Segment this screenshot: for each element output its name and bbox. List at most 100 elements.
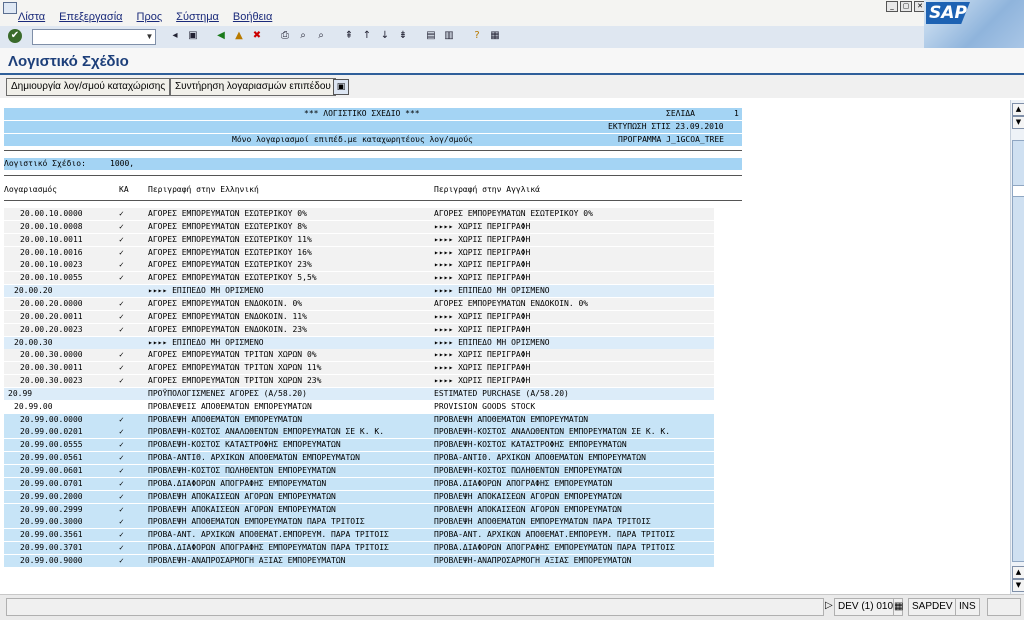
system-menu-icon[interactable] [3,2,17,14]
table-row[interactable]: 20.99 ΠΡΟΫΠΟΛΟΓΙΣΜΕΝΕΣ ΑΓΟΡΕΣ (Α/58.20) ES… [4,388,714,400]
table-row[interactable]: 20.99.00.0000 ✓ ΠΡΟΒΛΕΨΗ ΑΠΟΘΕΜΑΤΩΝ ΕΜΠΟΡΕ… [4,414,714,426]
new-session-icon[interactable]: ▤ [424,29,438,43]
table-row[interactable]: 20.00.20.0011 ✓ ΑΓΟΡΕΣ ΕΜΠΟΡΕΥΜΑΤΩΝ ΕΝΔΟΚΟ… [4,311,714,323]
menu-edit[interactable]: Επεξεργασία [59,11,122,23]
save-icon[interactable]: ▣ [186,29,200,43]
ka-check-cell: ✓ [119,556,124,565]
back-icon[interactable]: ◀ [214,29,228,43]
first-page-icon[interactable]: ⇞ [342,29,356,43]
english-description-cell: PROVISION GOODS STOCK [434,402,536,411]
table-row[interactable]: 20.00.20 ▸▸▸▸ ΕΠΙΠΕΔΟ ΜΗ ΟΡΙΣΜΕΝΟ ▸▸▸▸ ΕΠΙ… [4,285,714,297]
english-description-cell: ▸▸▸▸ ΧΩΡΙΣ ΠΕΡΙΓΡΑΦΗ [434,260,531,269]
page-label: ΣΕΛΙΔΑ [666,109,695,118]
menu-system[interactable]: Σύστημα [176,11,219,23]
exit-icon[interactable]: ▲ [232,29,246,43]
page-title: Λογιστικό Σχέδιο [8,53,129,70]
table-row[interactable]: 20.99.00.3701 ✓ ΠΡΟΒΑ.ΔΙΑΦΟΡΩΝ ΑΠΟΓΡΑΦΗΣ Ε… [4,542,714,554]
table-row[interactable]: 20.00.10.0008 ✓ ΑΓΟΡΕΣ ΕΜΠΟΡΕΥΜΑΤΩΝ ΕΣΩΤΕΡ… [4,221,714,233]
menu-goto[interactable]: Προς [137,11,163,23]
table-row[interactable]: 20.99.00.0561 ✓ ΠΡΟΒΑ-ΑΝΤΙΘ. ΑΡΧΙΚΩΝ ΑΠΟΘΕ… [4,452,714,464]
table-row[interactable]: 20.99.00.2999 ✓ ΠΡΟΒΛΕΨΗ ΑΠΟΚΑΙΣΕΩΝ ΑΓΟΡΩΝ… [4,504,714,516]
table-row[interactable]: 20.99.00.0201 ✓ ΠΡΟΒΛΕΨΗ-ΚΟΣΤΟΣ ΑΝΑΛΩΘΕΝΤΩ… [4,426,714,438]
cancel-icon[interactable]: ✖ [250,29,264,43]
table-row[interactable]: 20.00.30.0000 ✓ ΑΓΟΡΕΣ ΕΜΠΟΡΕΥΜΑΤΩΝ ΤΡΙΤΩΝ… [4,349,714,361]
table-row[interactable]: 20.00.10.0000 ✓ ΑΓΟΡΕΣ ΕΜΠΟΡΕΥΜΑΤΩΝ ΕΣΩΤΕΡ… [4,208,714,220]
previous-page-icon[interactable]: ↑ [360,29,374,43]
account-cell: 20.99.00.0201 [20,427,83,436]
page-up-icon[interactable]: ▼ [1012,116,1024,129]
account-cell: 20.00.10.0008 [20,222,83,231]
chart-of-accounts-row: Λογιστικό Σχέδιο: 1000, [4,158,742,170]
account-cell: 20.99.00.2000 [20,492,83,501]
english-description-cell: ▸▸▸▸ ΧΩΡΙΣ ΠΕΡΙΓΡΑΦΗ [434,273,531,282]
find-next-icon[interactable]: ⌕ [314,29,328,43]
table-row[interactable]: 20.00.10.0055 ✓ ΑΓΟΡΕΣ ΕΜΠΟΡΕΥΜΑΤΩΝ ΕΣΩΤΕΡ… [4,272,714,284]
maintain-level-accounts-button[interactable]: Συντήρηση λογαριασμών επιπέδου [170,78,336,96]
command-input[interactable] [33,30,145,43]
status-extra [987,598,1021,616]
help-icon[interactable]: ? [470,29,484,43]
last-page-icon[interactable]: ⇟ [396,29,410,43]
table-row[interactable]: 20.00.20.0000 ✓ ΑΓΟΡΕΣ ΕΜΠΟΡΕΥΜΑΤΩΝ ΕΝΔΟΚΟ… [4,298,714,310]
scroll-thumb[interactable] [1012,185,1024,197]
english-description-cell: ▸▸▸▸ ΧΩΡΙΣ ΠΕΡΙΓΡΑΦΗ [434,312,531,321]
account-cell: 20.00.20.0000 [20,299,83,308]
column-desc-greek: Περιγραφή στην Ελληνική [148,185,259,194]
table-row[interactable]: 20.99.00.9000 ✓ ΠΡΟΒΛΕΨΗ-ΑΝΑΠΡΟΣΑΡΜΟΓΗ ΑΞΙ… [4,555,714,567]
scroll-up-icon[interactable]: ▲ [1012,103,1024,116]
table-row[interactable]: 20.99.00.0701 ✓ ΠΡΟΒΑ.ΔΙΑΦΟΡΩΝ ΑΠΟΓΡΑΦΗΣ Ε… [4,478,714,490]
table-row[interactable]: 20.00.30 ▸▸▸▸ ΕΠΙΠΕΔΟ ΜΗ ΟΡΙΣΜΕΝΟ ▸▸▸▸ ΕΠΙ… [4,337,714,349]
layout-menu-icon[interactable]: ▦ [488,29,502,43]
table-row[interactable]: 20.00.30.0011 ✓ ΑΓΟΡΕΣ ΕΜΠΟΡΕΥΜΑΤΩΝ ΤΡΙΤΩΝ… [4,362,714,374]
greek-description-cell: ΠΡΟΒΑ.ΔΙΑΦΟΡΩΝ ΑΠΟΓΡΑΦΗΣ ΕΜΠΟΡΕΥΜΑΤΩΝ ΠΑ… [148,543,389,552]
collapse-icon[interactable]: ◂ [168,29,182,43]
create-posting-account-button[interactable]: Δημιουργία λογ/σμού καταχώρισης [6,78,171,96]
chevron-down-icon[interactable]: ▼ [145,31,154,42]
table-row[interactable]: 20.99.00.3561 ✓ ΠΡΟΒΑ-ΑΝΤ. ΑΡΧΙΚΩΝ ΑΠΟΘΕΜΑ… [4,529,714,541]
greek-description-cell: ΑΓΟΡΕΣ ΕΜΠΟΡΕΥΜΑΤΩΝ ΤΡΙΤΩΝ ΧΩΡΩΝ 23% [148,376,322,385]
table-row[interactable]: 20.00.30.0023 ✓ ΑΓΟΡΕΣ ΕΜΠΟΡΕΥΜΑΤΩΝ ΤΡΙΤΩΝ… [4,375,714,387]
window-controls: _ ▢ ✕ [886,1,926,12]
find-icon[interactable]: ⌕ [296,29,310,43]
greek-description-cell: ▸▸▸▸ ΕΠΙΠΕΔΟ ΜΗ ΟΡΙΣΜΕΝΟ [148,338,264,347]
greek-description-cell: ΑΓΟΡΕΣ ΕΜΠΟΡΕΥΜΑΤΩΝ ΕΝΔΟΚΟΙΝ. 23% [148,325,307,334]
next-page-icon[interactable]: ↓ [378,29,392,43]
print-date: ΕΚΤΥΠΩΣΗ ΣΤΙΣ 23.09.2010 [608,122,724,131]
table-row[interactable]: 20.99.00.0555 ✓ ΠΡΟΒΛΕΨΗ-ΚΟΣΤΟΣ ΚΑΤΑΣΤΡΟΦΗ… [4,439,714,451]
enter-icon[interactable]: ✔ [8,29,22,43]
account-cell: 20.00.20 [14,286,53,295]
vertical-scrollbar[interactable]: ▲ ▼ ▲ ▼ [1010,100,1024,594]
greek-description-cell: ΠΡΟΒΛΕΨΗ ΑΠΟΚΑΙΣΕΩΝ ΑΓΟΡΩΝ ΕΜΠΟΡΕΥΜΑΤΩΝ [148,505,336,514]
account-cell: 20.00.10.0000 [20,209,83,218]
page-down-icon[interactable]: ▲ [1012,566,1024,579]
menu-help[interactable]: Βοήθεια [233,11,272,23]
shortcut-icon[interactable]: ▥ [442,29,456,43]
account-cell: 20.00.10.0016 [20,248,83,257]
command-field[interactable]: ▼ [32,29,156,45]
greek-description-cell: ΑΓΟΡΕΣ ΕΜΠΟΡΕΥΜΑΤΩΝ ΕΣΩΤΕΡΙΚΟΥ 16% [148,248,312,257]
greek-description-cell: ΑΓΟΡΕΣ ΕΜΠΟΡΕΥΜΑΤΩΝ ΕΣΩΤΕΡΙΚΟΥ 23% [148,260,312,269]
system-info-icon[interactable]: ▦ [893,598,903,616]
table-row[interactable]: 20.00.10.0016 ✓ ΑΓΟΡΕΣ ΕΜΠΟΡΕΥΜΑΤΩΝ ΕΣΩΤΕΡ… [4,247,714,259]
table-row[interactable]: 20.00.10.0023 ✓ ΑΓΟΡΕΣ ΕΜΠΟΡΕΥΜΑΤΩΝ ΕΣΩΤΕΡ… [4,259,714,271]
menu-list[interactable]: Λίστα [18,11,45,23]
display-icon[interactable]: ▣ [333,79,349,95]
table-row[interactable]: 20.00.10.0011 ✓ ΑΓΟΡΕΣ ΕΜΠΟΡΕΥΜΑΤΩΝ ΕΣΩΤΕΡ… [4,234,714,246]
scroll-track[interactable] [1012,140,1024,562]
english-description-cell: ΠΡΟΒΛΕΨΗ ΑΠΟΘΕΜΑΤΩΝ ΕΜΠΟΡΕΥΜΑΤΩΝ ΠΑΡΑ ΤΡ… [434,517,651,526]
english-description-cell: ▸▸▸▸ ΧΩΡΙΣ ΠΕΡΙΓΡΑΦΗ [434,222,531,231]
scroll-down-icon[interactable]: ▼ [1012,579,1024,592]
greek-description-cell: ΑΓΟΡΕΣ ΕΜΠΟΡΕΥΜΑΤΩΝ ΕΣΩΤΕΡΙΚΟΥ 8% [148,222,307,231]
restore-icon[interactable]: ▢ [900,1,912,12]
table-row[interactable]: 20.99.00.0601 ✓ ΠΡΟΒΛΕΨΗ-ΚΟΣΤΟΣ ΠΩΛΗΘΕΝΤΩΝ… [4,465,714,477]
table-row[interactable]: 20.99.00.3000 ✓ ΠΡΟΒΛΕΨΗ ΑΠΟΘΕΜΑΤΩΝ ΕΜΠΟΡΕ… [4,516,714,528]
print-icon[interactable]: ⎙ [278,29,292,43]
system-info: DEV (1) 010 [834,598,898,616]
minimize-icon[interactable]: _ [886,1,898,12]
table-row[interactable]: 20.99.00 ΠΡΟΒΛΕΨΕΙΣ ΑΠΟΘΕΜΑΤΩΝ ΕΜΠΟΡΕΥΜΑΤ… [4,401,714,413]
account-cell: 20.00.10.0023 [20,260,83,269]
ka-check-cell: ✓ [119,543,124,552]
column-account: Λογαριασμός [4,185,57,194]
table-row[interactable]: 20.00.20.0023 ✓ ΑΓΟΡΕΣ ΕΜΠΟΡΕΥΜΑΤΩΝ ΕΝΔΟΚΟ… [4,324,714,336]
table-row[interactable]: 20.99.00.2000 ✓ ΠΡΟΒΛΕΨΗ ΑΠΟΚΑΙΣΕΩΝ ΑΓΟΡΩΝ… [4,491,714,503]
